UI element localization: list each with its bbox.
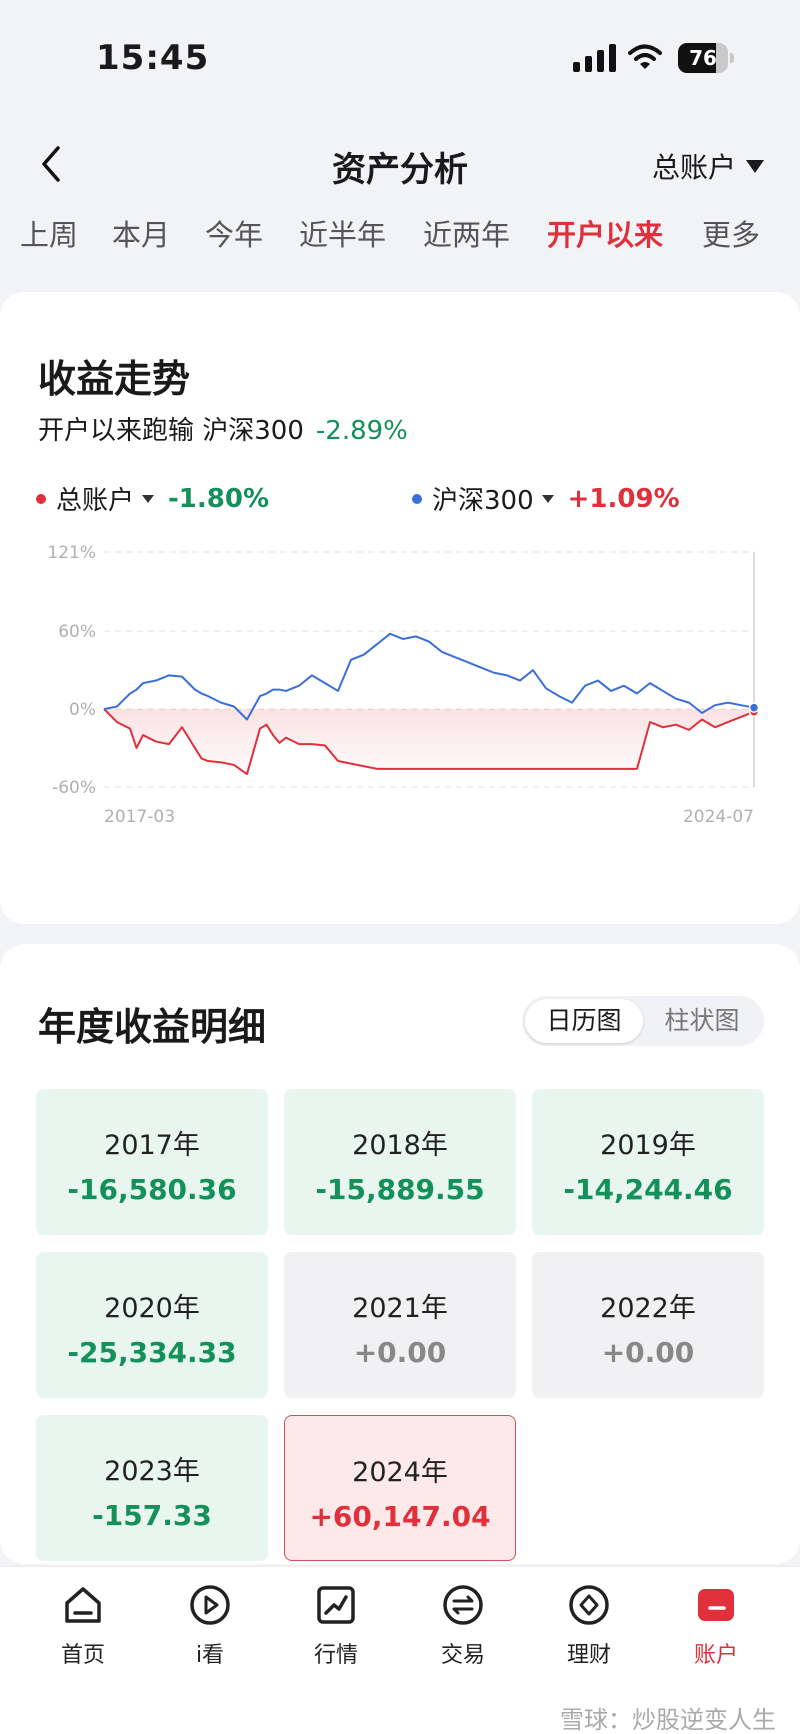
account-icon — [698, 1589, 734, 1621]
year-label: 2019年 — [600, 1130, 696, 1161]
year-value: -16,580.36 — [67, 1173, 237, 1206]
year-cell[interactable]: 2023年 -157.33 — [36, 1415, 268, 1561]
home-icon — [65, 1587, 101, 1623]
calendar-view-button[interactable]: 日历图 — [525, 999, 643, 1043]
tab-market[interactable]: 行情 — [273, 1581, 399, 1669]
year-label: 2024年 — [352, 1457, 448, 1488]
legend-index-name: 沪深300 — [432, 486, 534, 516]
year-cell[interactable]: 2018年 -15,889.55 — [284, 1089, 516, 1235]
tab-home[interactable]: 首页 — [20, 1581, 146, 1669]
compare-value: -2.89% — [315, 416, 408, 446]
battery-body: 76 — [678, 43, 728, 73]
watermark: 雪球：炒股逆变人生 — [560, 1706, 776, 1734]
wifi-icon — [628, 44, 662, 69]
compare-text: 开户以来跑输 沪深300 — [38, 416, 304, 446]
tab-account-label: 账户 — [693, 1643, 738, 1668]
trend-card: 收益走势 开户以来跑输 沪深300 -2.89% 总账户 -1.80% 沪深300… — [0, 292, 800, 924]
y-tick-label: 60% — [58, 622, 96, 642]
compare-summary: 开户以来跑输 沪深300 -2.89% — [38, 410, 408, 447]
legend-index-value: +1.09% — [567, 483, 680, 514]
trade-icon — [443, 1585, 483, 1625]
legend-account-name: 总账户 — [56, 486, 135, 516]
year-label: 2018年 — [352, 1130, 448, 1161]
tab-watch-label: i看 — [195, 1643, 225, 1668]
legend-account-value: -1.80% — [168, 483, 270, 514]
play-icon — [190, 1585, 230, 1625]
account-label: 总账户 — [651, 151, 736, 184]
y-tick-label: 0% — [69, 700, 96, 720]
year-label: 2017年 — [104, 1130, 200, 1161]
view-toggle: 日历图 柱状图 — [522, 996, 764, 1046]
year-value: -25,334.33 — [67, 1336, 237, 1369]
year-value: -157.33 — [92, 1499, 212, 1532]
battery-tip — [730, 53, 734, 63]
legend-dot-index — [412, 493, 422, 504]
year-value: +60,147.04 — [309, 1500, 491, 1533]
series-line-index — [103, 632, 755, 721]
year-label: 2021年 — [352, 1293, 448, 1324]
tab-two-years[interactable]: 近两年 — [423, 212, 510, 254]
tab-wealth[interactable]: 理财 — [526, 1581, 652, 1669]
legend-account[interactable]: 总账户 -1.80% — [36, 480, 269, 517]
tab-watch[interactable]: i看 — [147, 1581, 273, 1669]
year-label: 2023年 — [104, 1456, 200, 1487]
year-cell[interactable]: 2021年 +0.00 — [284, 1252, 516, 1398]
status-time: 15:45 — [96, 38, 210, 78]
yearly-title: 年度收益明细 — [38, 1005, 267, 1049]
period-tabs: 上周 本月 今年 近半年 近两年 开户以来 更多 — [0, 212, 800, 262]
tab-trade[interactable]: 交易 — [400, 1581, 526, 1669]
year-value: -15,889.55 — [315, 1173, 485, 1206]
series-area-account — [104, 709, 754, 775]
legend-index-caret-icon — [541, 494, 554, 503]
y-tick-label: 121% — [47, 543, 96, 563]
tab-last-week[interactable]: 上周 — [20, 212, 78, 254]
tab-half-year[interactable]: 近半年 — [299, 212, 386, 254]
status-bar: 15:45 76 — [0, 0, 800, 120]
battery-indicator: 76 — [678, 43, 734, 73]
battery-level: 76 — [689, 46, 717, 70]
year-cell[interactable]: 2020年 -25,334.33 — [36, 1252, 268, 1398]
year-label: 2020年 — [104, 1293, 200, 1324]
nav-bar: 资产分析 总账户 — [0, 130, 800, 200]
trend-title: 收益走势 — [38, 357, 191, 401]
tab-home-label: 首页 — [60, 1643, 105, 1668]
year-cell[interactable]: 2019年 -14,244.46 — [532, 1089, 764, 1235]
year-value: +0.00 — [601, 1336, 695, 1369]
trend-chart[interactable]: 121% 60% 0% -60% 2017-03 2024-07 — [0, 532, 800, 912]
year-cell[interactable]: 2022年 +0.00 — [532, 1252, 764, 1398]
legend-index[interactable]: 沪深300 +1.09% — [412, 480, 680, 517]
tab-more[interactable]: 更多 — [702, 212, 760, 254]
x-tick-label-start: 2017-03 — [104, 807, 175, 827]
market-icon — [317, 1586, 355, 1624]
bar-view-button[interactable]: 柱状图 — [643, 999, 761, 1043]
tab-trade-label: 交易 — [440, 1643, 485, 1668]
tab-account[interactable]: 账户 — [653, 1581, 779, 1669]
legend-account-caret-icon — [142, 494, 155, 503]
year-label: 2022年 — [600, 1293, 696, 1324]
year-cell[interactable]: 2024年 +60,147.04 — [284, 1415, 516, 1561]
tab-this-year[interactable]: 今年 — [205, 212, 263, 254]
tab-since-opening[interactable]: 开户以来 — [547, 212, 663, 254]
tab-this-month[interactable]: 本月 — [112, 212, 170, 254]
account-selector[interactable]: 总账户 — [652, 146, 764, 186]
series-end-dot-index — [748, 702, 760, 713]
caret-down-icon — [746, 159, 764, 173]
yearly-card: 年度收益明细 日历图 柱状图 2017年 -16,580.36 2018年 -15,… — [0, 944, 800, 1564]
wealth-icon — [569, 1585, 609, 1625]
year-cell[interactable]: 2017年 -16,580.36 — [36, 1089, 268, 1235]
y-tick-label: -60% — [52, 778, 96, 798]
legend-dot-account — [36, 493, 46, 504]
tab-market-label: 行情 — [313, 1643, 358, 1668]
year-value: +0.00 — [353, 1336, 447, 1369]
tab-wealth-label: 理财 — [566, 1643, 611, 1668]
x-tick-label-end: 2024-07 — [683, 807, 754, 827]
signal-icon — [573, 44, 616, 72]
year-value: -14,244.46 — [563, 1173, 733, 1206]
